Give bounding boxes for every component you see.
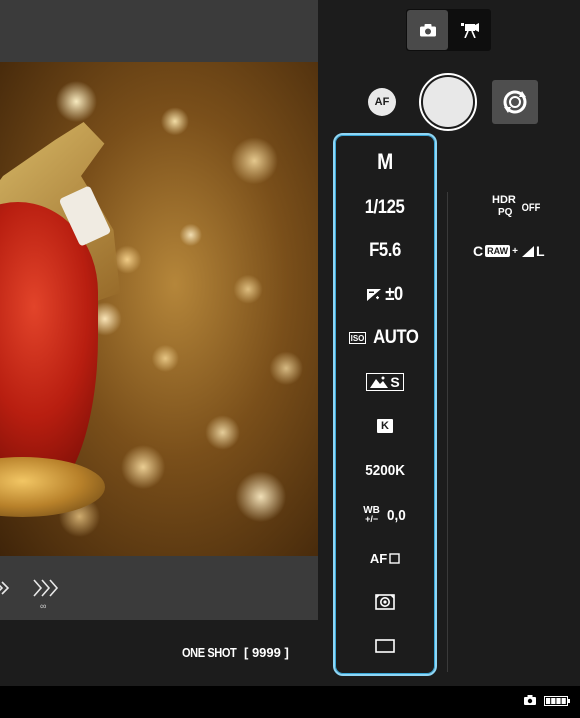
compression-label: C (473, 243, 484, 259)
triple-chevron-icon (33, 579, 59, 597)
color-temperature-setting[interactable]: 5200K (335, 455, 435, 485)
shooting-mode-setting[interactable]: M (335, 147, 435, 177)
live-view-image[interactable] (0, 62, 318, 556)
hdr-pq-setting[interactable]: HDR PQ OFF (492, 194, 552, 224)
shooting-mode-value: M (377, 149, 393, 174)
aperture-setting[interactable]: F5.6 (335, 236, 435, 266)
evaluative-metering-icon (375, 594, 395, 610)
color-temperature-value: 5200K (365, 461, 405, 479)
infinity-label: ∞ (40, 601, 47, 611)
hdr-label: HDR (492, 194, 516, 206)
picture-style-icon (370, 376, 389, 388)
af-button[interactable]: AF (368, 88, 396, 116)
exposure-comp-icon (366, 289, 381, 301)
picture-style-value: S (390, 374, 400, 390)
image-quality-setting[interactable]: C RAW + L (473, 242, 545, 260)
switch-button[interactable] (492, 80, 538, 124)
wb-shift-value: 0,0 (386, 506, 406, 524)
jpeg-size-label: L (535, 243, 545, 259)
movie-mode-button[interactable] (449, 10, 490, 50)
picture-style-box: S (366, 373, 404, 391)
iso-icon: ISO (348, 332, 366, 344)
single-shot-drive-icon (375, 639, 395, 653)
wb-mode-setting[interactable]: K (335, 411, 435, 441)
af-point-icon (389, 552, 400, 564)
picture-style-setting[interactable]: S (335, 367, 435, 397)
preview-top-bar (0, 0, 318, 62)
shutter-button[interactable] (423, 77, 473, 127)
wb-kelvin-icon: K (377, 419, 393, 433)
wb-shift-setting[interactable]: WB +/− 0,0 (335, 500, 435, 530)
shutter-speed-value: 1/125 (365, 197, 405, 218)
movie-camera-icon (460, 23, 479, 38)
rotate-switch-icon (503, 90, 527, 114)
still-mode-button[interactable] (407, 10, 448, 50)
aperture-value: F5.6 (369, 240, 401, 261)
svg-text:ISO: ISO (350, 334, 364, 343)
focus-infinity-button[interactable] (30, 576, 64, 610)
af-method-setting[interactable]: AF (335, 543, 435, 573)
camera-icon (419, 23, 436, 36)
plus-label: + (512, 245, 518, 257)
status-bar (0, 686, 580, 718)
raw-icon: RAW (485, 245, 511, 257)
exposure-comp-value: ±0 (384, 284, 403, 305)
iso-value: AUTO (372, 327, 419, 348)
wb-shift-label-bottom: +/− (365, 514, 379, 524)
column-divider (447, 192, 448, 672)
pq-label: PQ (498, 207, 513, 218)
exposure-comp-setting[interactable]: ±0 (335, 280, 435, 310)
iso-setting[interactable]: ISO AUTO (335, 323, 435, 353)
metering-setting[interactable] (335, 587, 435, 617)
drive-mode-setting[interactable] (335, 631, 435, 661)
focus-near-button[interactable] (0, 578, 10, 598)
jpeg-quality-icon (521, 245, 534, 257)
battery-icon (544, 696, 570, 706)
af-operation-status: ONE SHOT (182, 645, 237, 660)
shots-remaining: [ 9999 ] (244, 645, 289, 660)
camera-status-icon (524, 695, 536, 705)
shutter-speed-setting[interactable]: 1/125 (335, 193, 435, 223)
wb-shift-icon: WB +/− (363, 506, 380, 524)
hdr-state: OFF (521, 202, 541, 214)
bell-rim-shape (0, 457, 105, 517)
af-method-label: AF (369, 550, 388, 566)
